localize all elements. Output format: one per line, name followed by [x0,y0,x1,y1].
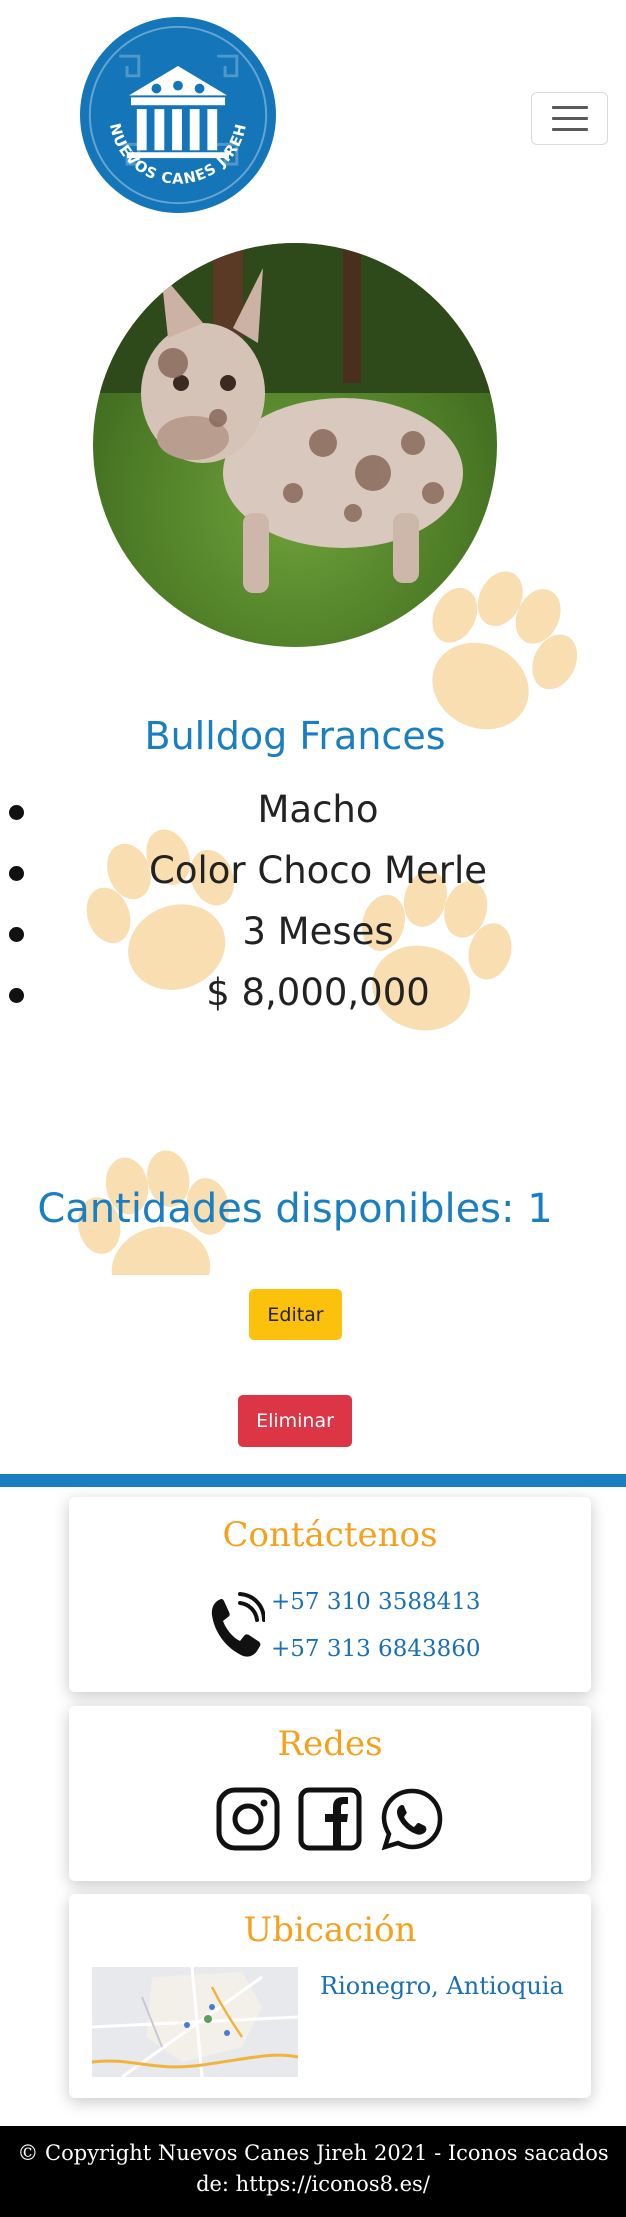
pet-price: $ 8,000,000 [206,971,430,1014]
hamburger-line [551,117,588,120]
list-item: $ 8,000,000 [0,962,626,1023]
footer-copyright: © Copyright Nuevos Canes Jireh 2021 - Ic… [17,2141,609,2196]
list-item: 3 Meses [0,901,626,962]
map-graphic [92,1967,298,2077]
edit-button[interactable]: Editar [249,1289,342,1340]
phone-icon [211,1592,265,1657]
pet-name-heading: Bulldog Frances [144,714,446,758]
list-item: Color Choco Merle [0,840,626,901]
phone-link-1[interactable]: +57 310 3588413 [271,1589,481,1615]
instagram-icon[interactable] [215,1786,281,1852]
list-item: Macho [0,779,626,840]
hamburger-icon [551,106,588,109]
pet-sex: Macho [257,788,379,831]
location-title: Ubicación [243,1910,417,1950]
brand-logo[interactable]: NUEVOS CANES JIREH [80,17,276,213]
whatsapp-icon[interactable] [379,1786,445,1852]
contact-card: Contáctenos +57 310 3588413 +57 313 6843… [69,1497,591,1692]
pet-age: 3 Meses [242,910,394,953]
social-card: Redes [69,1706,591,1881]
location-text: Rionegro, Antioquia [320,1972,564,2000]
hamburger-line [551,128,588,131]
available-quantity: Cantidades disponibles: 1 [37,1186,553,1232]
dog-photo [93,243,497,647]
footer: © Copyright Nuevos Canes Jireh 2021 - Ic… [0,2126,626,2217]
location-map[interactable] [92,1967,298,2077]
social-title: Redes [277,1724,383,1764]
delete-button[interactable]: Eliminar [238,1395,352,1447]
location-card: Ubicación Rionegro, Antioquia [69,1894,591,2098]
pet-details-list: Macho Color Choco Merle 3 Meses $ 8,000,… [0,779,626,1023]
phone-link-2[interactable]: +57 313 6843860 [271,1636,481,1662]
facebook-icon[interactable] [297,1786,363,1852]
menu-toggle-button[interactable] [531,92,608,145]
contact-title: Contáctenos [222,1515,438,1555]
pet-color: Color Choco Merle [149,849,487,892]
section-divider [0,1474,626,1487]
